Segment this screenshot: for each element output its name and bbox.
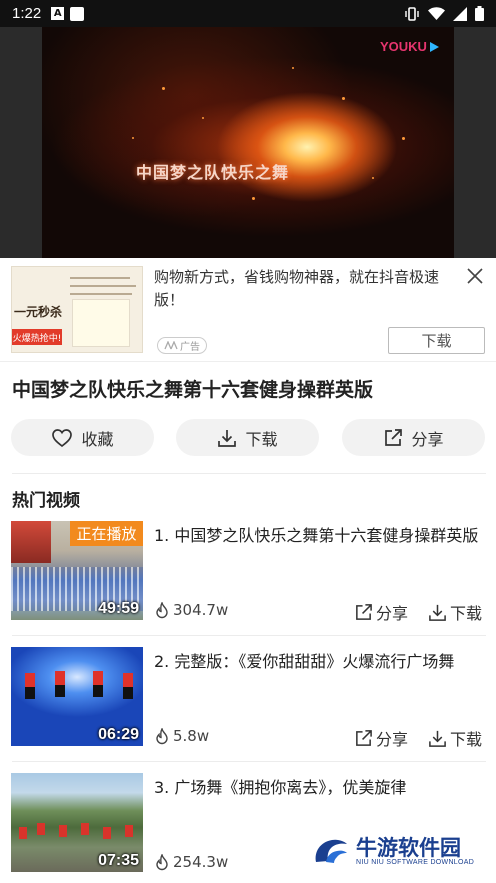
ad-thumb-text: 一元秒杀 bbox=[14, 305, 63, 319]
divider bbox=[12, 635, 486, 636]
watermark-sub: NIU NIU SOFTWARE DOWNLOAD bbox=[356, 858, 475, 866]
item-share-button[interactable]: 分享 bbox=[354, 726, 408, 750]
item-share-button[interactable]: 分享 bbox=[354, 600, 408, 624]
download-label: 下载 bbox=[245, 429, 278, 449]
status-time: 1:22 bbox=[12, 5, 42, 22]
ad-download-button[interactable]: 下载 bbox=[388, 327, 485, 354]
ad-brand-icon bbox=[164, 341, 178, 350]
ad-text[interactable]: 购物新方式，省钱购物神器，就在抖音极速版！ bbox=[154, 266, 454, 312]
divider bbox=[12, 473, 486, 474]
notification-square-icon bbox=[70, 6, 85, 21]
share-label: 分享 bbox=[411, 429, 444, 449]
list-item[interactable]: 07:35 3. 广场舞《拥抱你离去》，优美旋律 254.3w bbox=[0, 773, 496, 883]
video-thumbnail[interactable]: 06:29 bbox=[11, 647, 143, 746]
video-frame[interactable]: 中国梦之队快乐之舞 bbox=[42, 27, 454, 258]
item-download-button[interactable]: 下载 bbox=[428, 726, 482, 750]
play-count-value: 254.3w bbox=[173, 853, 229, 871]
list-item[interactable]: 06:29 2. 完整版：《爱你甜甜甜》火爆流行广场舞 5.8w 分享 下载 bbox=[0, 647, 496, 773]
download-button[interactable]: 下载 bbox=[176, 419, 319, 456]
download-icon bbox=[218, 429, 237, 447]
share-icon bbox=[356, 729, 372, 746]
watermark: 牛游软件园 NIU NIU SOFTWARE DOWNLOAD bbox=[312, 836, 474, 866]
signal-icon bbox=[453, 6, 467, 21]
ad-badge-label: 广告 bbox=[180, 342, 200, 353]
close-icon[interactable] bbox=[465, 266, 485, 286]
ad-thumbnail[interactable]: 一元秒杀 火爆热抢中! bbox=[11, 266, 143, 353]
now-playing-badge: 正在播放 bbox=[70, 521, 143, 546]
ad-badge: 广告 bbox=[157, 337, 207, 354]
video-duration: 06:29 bbox=[98, 726, 139, 743]
heart-icon bbox=[52, 428, 73, 447]
flame-icon bbox=[156, 727, 168, 744]
download-icon bbox=[429, 730, 446, 747]
collect-label: 收藏 bbox=[81, 429, 114, 449]
video-thumbnail[interactable]: 07:35 bbox=[11, 773, 143, 872]
youku-logo-text: YOUKU bbox=[380, 39, 427, 54]
share-icon bbox=[356, 603, 372, 620]
video-title: 中国梦之队快乐之舞第十六套健身操群英版 bbox=[12, 379, 374, 401]
video-duration: 07:35 bbox=[98, 852, 139, 869]
notification-a-icon: A bbox=[51, 7, 65, 20]
battery-icon bbox=[475, 6, 484, 21]
collect-button[interactable]: 收藏 bbox=[11, 419, 154, 456]
vibrate-icon bbox=[405, 6, 419, 21]
share-button[interactable]: 分享 bbox=[342, 419, 485, 456]
item-share-label: 分享 bbox=[376, 604, 409, 623]
item-download-label: 下载 bbox=[450, 604, 483, 623]
divider bbox=[12, 761, 486, 762]
list-item[interactable]: 正在播放 49:59 1. 中国梦之队快乐之舞第十六套健身操群英版 304.7w… bbox=[0, 521, 496, 647]
share-icon bbox=[385, 428, 403, 446]
section-title: 热门视频 bbox=[12, 491, 80, 511]
download-icon bbox=[429, 604, 446, 621]
flame-icon bbox=[156, 601, 168, 618]
ad-thumb-badge: 火爆热抢中! bbox=[12, 329, 62, 345]
video-player[interactable]: 中国梦之队快乐之舞 YOUKU bbox=[0, 27, 496, 258]
flame-icon bbox=[156, 853, 168, 870]
video-item-title[interactable]: 1. 中国梦之队快乐之舞第十六套健身操群英版 bbox=[154, 523, 484, 548]
video-duration: 49:59 bbox=[98, 600, 139, 617]
video-thumbnail[interactable]: 正在播放 49:59 bbox=[11, 521, 143, 620]
item-download-label: 下载 bbox=[450, 730, 483, 749]
play-count: 304.7w bbox=[154, 601, 228, 619]
ad-banner[interactable]: 一元秒杀 火爆热抢中! 购物新方式，省钱购物神器，就在抖音极速版！ 广告 下载 bbox=[0, 258, 496, 362]
youku-logo: YOUKU bbox=[380, 39, 439, 54]
video-overlay-text: 中国梦之队快乐之舞 bbox=[136, 163, 290, 182]
status-bar: 1:22 A bbox=[0, 0, 496, 27]
wifi-icon bbox=[428, 7, 445, 20]
video-item-title[interactable]: 3. 广场舞《拥抱你离去》，优美旋律 bbox=[154, 775, 484, 800]
play-count: 5.8w bbox=[154, 727, 209, 745]
play-count-value: 304.7w bbox=[173, 601, 229, 619]
item-download-button[interactable]: 下载 bbox=[428, 600, 482, 624]
niuniu-logo-icon bbox=[315, 839, 347, 863]
watermark-name: 牛游软件园 bbox=[356, 835, 461, 860]
video-item-title[interactable]: 2. 完整版：《爱你甜甜甜》火爆流行广场舞 bbox=[154, 649, 484, 674]
youku-play-icon bbox=[429, 41, 439, 52]
play-count: 254.3w bbox=[154, 853, 228, 871]
item-share-label: 分享 bbox=[376, 730, 409, 749]
play-count-value: 5.8w bbox=[173, 727, 210, 745]
